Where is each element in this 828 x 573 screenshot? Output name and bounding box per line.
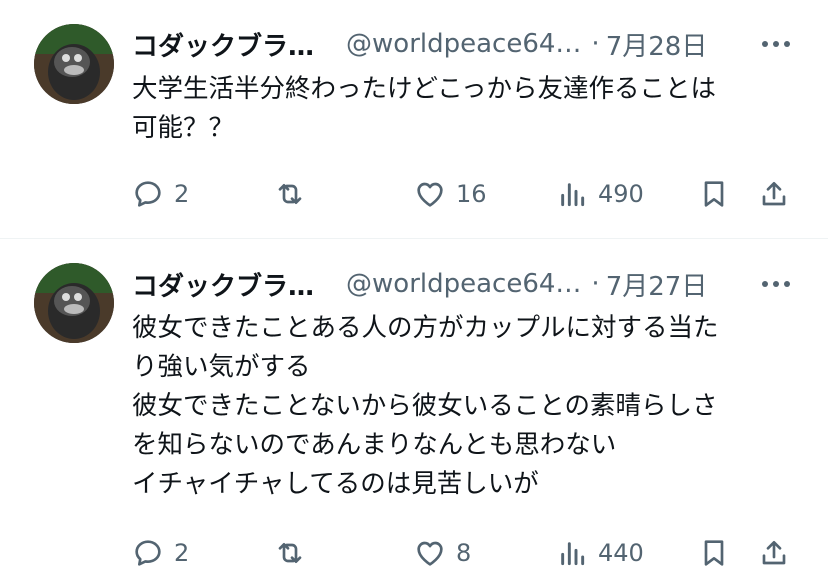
tweet-text-line: 可能？？ <box>132 113 235 143</box>
tweet-2[interactable]: コダックブラ… @worldpeace64… · 7月27日 彼女できたことある… <box>0 239 828 567</box>
tweet-date[interactable]: 7月28日 <box>606 26 708 63</box>
bookmark-button[interactable] <box>698 533 730 573</box>
display-name[interactable]: コダックブラ… <box>132 26 314 63</box>
like-count: 16 <box>456 180 487 208</box>
reply-button[interactable]: 2 <box>132 533 189 573</box>
retweet-icon <box>278 543 302 563</box>
bookmark-button[interactable] <box>698 174 730 214</box>
view-count: 490 <box>598 180 644 208</box>
tweet-text-line: 彼女できたことないから彼女いることの素晴らしさ <box>132 391 718 421</box>
tweet-date[interactable]: 7月27日 <box>606 266 708 303</box>
display-name[interactable]: コダックブラ… <box>132 266 314 303</box>
user-handle[interactable]: @worldpeace64… <box>346 269 581 299</box>
separator-dot: · <box>591 269 600 299</box>
separator-dot: · <box>591 29 600 59</box>
avatar[interactable] <box>34 263 114 343</box>
reply-count: 2 <box>174 539 190 567</box>
user-handle[interactable]: @worldpeace64… <box>346 29 581 59</box>
views-icon <box>561 183 585 207</box>
tweet-text-line: イチャイチャしてるのは見苦しいが <box>132 469 539 499</box>
reply-icon <box>135 540 161 566</box>
share-button[interactable] <box>758 174 790 214</box>
avatar[interactable] <box>34 24 114 104</box>
heart-icon <box>417 541 443 566</box>
like-button[interactable]: 8 <box>414 533 471 573</box>
reply-count: 2 <box>174 180 190 208</box>
reply-icon <box>135 181 161 207</box>
reply-button[interactable]: 2 <box>132 174 189 214</box>
tweet-1[interactable]: コダックブラ… @worldpeace64… · 7月28日 大学生活半分終わっ… <box>0 0 828 238</box>
action-bar: 2 16 490 <box>0 174 828 214</box>
tweet-text-line: を知らないのであんまりなんとも思わない <box>132 430 617 460</box>
bookmark-icon <box>704 540 724 566</box>
more-icon[interactable] <box>762 264 790 304</box>
retweet-icon <box>278 184 302 204</box>
like-count: 8 <box>456 539 472 567</box>
bookmark-icon <box>704 181 724 207</box>
views-icon <box>561 542 585 566</box>
views-button[interactable]: 440 <box>556 533 644 573</box>
tweet-text: 大学生活半分終わったけどこっから友達作ることは 可能？？ <box>132 70 792 148</box>
tweet-text-line: 彼女できたことある人の方がカップルに対する当た <box>132 313 719 343</box>
heart-icon <box>417 182 443 207</box>
view-count: 440 <box>598 539 644 567</box>
share-button[interactable] <box>758 533 790 573</box>
retweet-button[interactable] <box>274 533 306 573</box>
more-icon[interactable] <box>762 24 790 64</box>
views-button[interactable]: 490 <box>556 174 644 214</box>
action-bar: 2 8 440 <box>0 533 828 573</box>
share-icon <box>762 541 786 565</box>
tweet-text: 彼女できたことある人の方がカップルに対する当た り強い気がする 彼女できたことな… <box>132 309 792 504</box>
tweet-text-line: 大学生活半分終わったけどこっから友達作ることは <box>132 74 716 104</box>
like-button[interactable]: 16 <box>414 174 487 214</box>
avatar-image <box>34 24 114 104</box>
tweet-text-line: り強い気がする <box>132 352 311 382</box>
retweet-button[interactable] <box>274 174 306 214</box>
share-icon <box>762 182 786 206</box>
avatar-image <box>34 263 114 343</box>
